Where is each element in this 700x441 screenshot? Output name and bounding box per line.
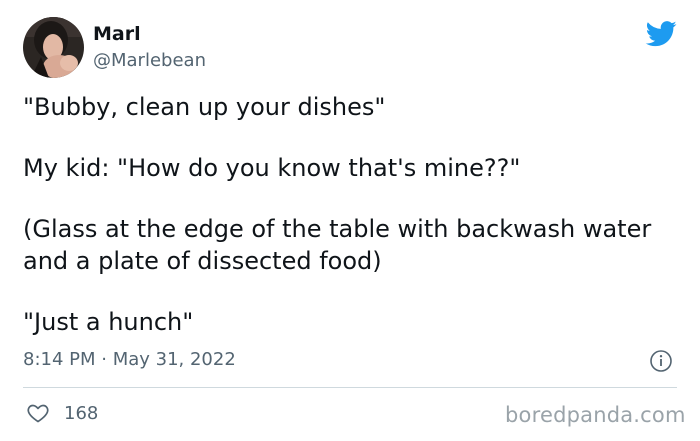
user-handle[interactable]: @Marlebean: [93, 50, 206, 72]
tweet-timestamp[interactable]: 8:14 PM · May 31, 2022: [23, 348, 236, 372]
tweet-paragraph: My kid: "How do you know that's mine??": [23, 154, 521, 182]
like-button[interactable]: 168: [26, 400, 98, 426]
divider: [23, 387, 677, 388]
tweet-paragraph: "Bubby, clean up your dishes": [23, 93, 386, 121]
tweet-paragraph: "Just a hunch": [23, 308, 194, 336]
avatar[interactable]: [23, 17, 84, 78]
tweet-text: "Bubby, clean up your dishes" My kid: "H…: [23, 91, 663, 367]
display-name[interactable]: Marl: [93, 22, 141, 46]
like-count: 168: [64, 402, 99, 424]
watermark: boredpanda.com: [505, 403, 686, 427]
tweet-paragraph: (Glass at the edge of the table with bac…: [23, 215, 652, 275]
info-icon[interactable]: [649, 349, 673, 373]
profile-photo-icon: [23, 17, 84, 78]
tweet-card: Marl @Marlebean "Bubby, clean up your di…: [0, 0, 700, 441]
twitter-bird-icon[interactable]: [645, 20, 677, 47]
heart-icon: [27, 404, 49, 423]
